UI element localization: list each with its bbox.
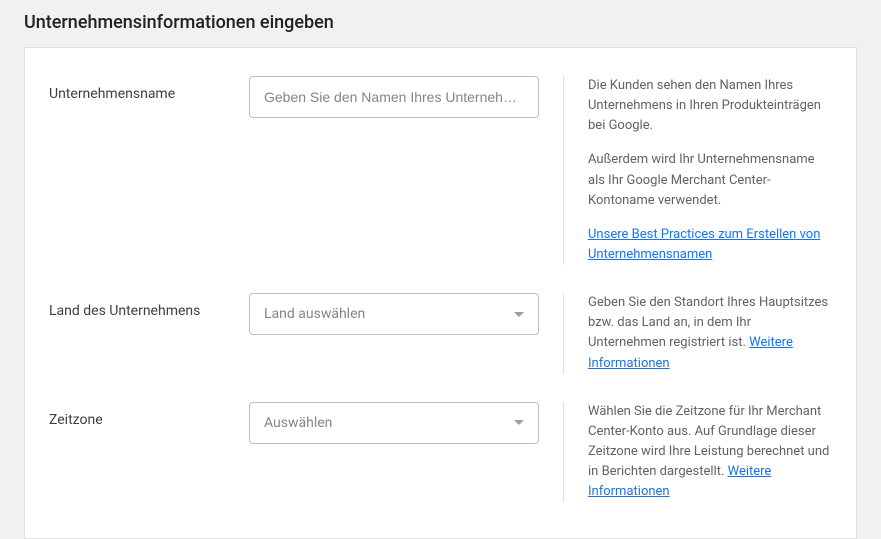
form-card: Unternehmensname Die Kunden sehen den Na… — [24, 47, 857, 539]
row-country: Land des Unternehmens Land auswählen Geb… — [49, 293, 832, 374]
timezone-help-text: Wählen Sie die Zeitzone für Ihr Merchant… — [588, 404, 829, 479]
business-name-field-col — [249, 76, 539, 118]
business-name-help-text-2: Außerdem wird Ihr Unternehmensname als I… — [588, 150, 832, 210]
business-name-label: Unternehmensname — [49, 76, 249, 102]
country-field-col: Land auswählen — [249, 293, 539, 335]
country-label: Land des Unternehmens — [49, 293, 249, 319]
country-select-value: Land auswählen — [264, 306, 365, 322]
country-select[interactable]: Land auswählen — [249, 293, 539, 335]
timezone-label: Zeitzone — [49, 402, 249, 428]
page-title: Unternehmensinformationen eingeben — [0, 0, 881, 47]
business-name-help: Die Kunden sehen den Namen Ihres Unterne… — [563, 76, 832, 265]
chevron-down-icon — [514, 312, 524, 317]
business-name-help-link[interactable]: Unsere Best Practices zum Erstellen von … — [588, 227, 820, 262]
timezone-select-value: Auswählen — [264, 415, 332, 431]
business-name-help-text-1: Die Kunden sehen den Namen Ihres Unterne… — [588, 76, 832, 136]
timezone-field-col: Auswählen — [249, 402, 539, 444]
country-help: Geben Sie den Standort Ihres Hauptsitzes… — [563, 293, 832, 374]
row-business-name: Unternehmensname Die Kunden sehen den Na… — [49, 76, 832, 265]
chevron-down-icon — [514, 420, 524, 425]
timezone-select[interactable]: Auswählen — [249, 402, 539, 444]
business-name-input[interactable] — [249, 76, 539, 118]
row-timezone: Zeitzone Auswählen Wählen Sie die Zeitzo… — [49, 402, 832, 503]
timezone-help: Wählen Sie die Zeitzone für Ihr Merchant… — [563, 402, 832, 503]
